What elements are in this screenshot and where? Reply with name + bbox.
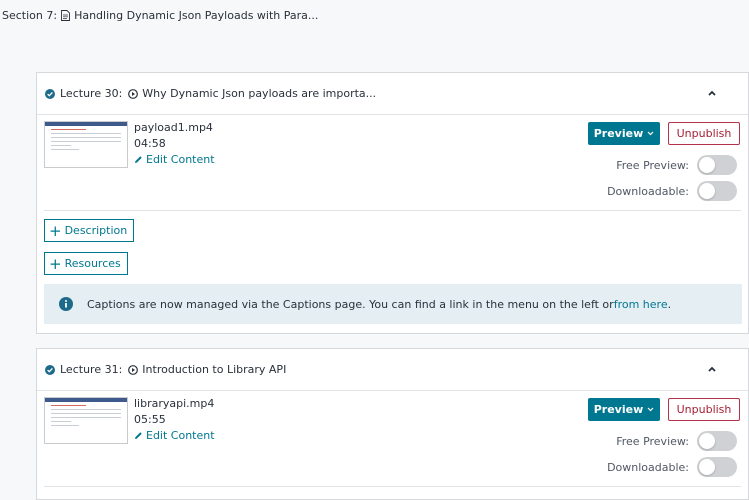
add-resources-button[interactable]: + Resources <box>44 252 128 275</box>
downloadable-label: Downloadable: <box>607 184 689 198</box>
lecture-label: Lecture 30: <box>60 87 123 100</box>
plus-icon: + <box>49 221 62 240</box>
chevron-up-icon[interactable] <box>706 363 718 375</box>
chevron-up-icon[interactable] <box>706 87 718 99</box>
info-text: Captions are now managed via the Caption… <box>87 297 614 311</box>
media-row: payload1.mp4 04:58 Edit Content Preview … <box>44 115 748 210</box>
video-thumbnail <box>44 121 128 168</box>
description-label: Description <box>64 224 128 237</box>
lecture-header[interactable]: Lecture 31: Introduction to Library API <box>37 349 748 391</box>
downloadable-row: Downloadable: <box>607 457 737 477</box>
downloadable-row: Downloadable: <box>607 181 737 201</box>
section-title[interactable]: Handling Dynamic Json Payloads with Para… <box>74 9 318 22</box>
divider <box>44 486 741 487</box>
unpublish-button[interactable]: Unpublish <box>668 398 740 421</box>
unpublish-button[interactable]: Unpublish <box>668 122 740 145</box>
downloadable-label: Downloadable: <box>607 460 689 474</box>
lecture-title: Introduction to Library API <box>142 363 287 376</box>
check-circle-icon <box>45 364 55 375</box>
free-preview-toggle[interactable] <box>697 431 737 451</box>
duration: 04:58 <box>134 137 166 150</box>
document-icon <box>61 10 71 21</box>
info-circle-icon <box>59 297 73 311</box>
free-preview-toggle[interactable] <box>697 155 737 175</box>
unpublish-label: Unpublish <box>676 127 732 140</box>
free-preview-row: Free Preview: <box>616 431 737 451</box>
pencil-icon <box>135 432 142 439</box>
plus-icon: + <box>49 254 62 273</box>
divider <box>44 210 741 211</box>
edit-content-label: Edit Content <box>146 153 215 166</box>
preview-label: Preview <box>593 127 644 140</box>
add-description-button[interactable]: + Description <box>44 219 135 242</box>
play-circle-icon <box>128 88 139 99</box>
edit-content-link[interactable]: Edit Content <box>134 153 215 166</box>
section-header: Section 7: Handling Dynamic Json Payload… <box>2 9 318 22</box>
lecture-title: Why Dynamic Json payloads are importa... <box>142 87 377 100</box>
free-preview-label: Free Preview: <box>616 158 689 172</box>
resources-label: Resources <box>64 257 121 270</box>
lecture-label: Lecture 31: <box>60 363 123 376</box>
captions-link[interactable]: from here <box>614 298 668 311</box>
unpublish-label: Unpublish <box>676 403 732 416</box>
video-thumbnail <box>44 397 128 444</box>
file-name: payload1.mp4 <box>134 121 213 134</box>
check-circle-icon <box>45 88 55 99</box>
free-preview-label: Free Preview: <box>616 434 689 448</box>
preview-button[interactable]: Preview <box>588 398 660 421</box>
pencil-icon <box>135 156 142 163</box>
preview-button[interactable]: Preview <box>588 122 660 145</box>
chevron-down-icon <box>647 407 654 412</box>
downloadable-toggle[interactable] <box>697 457 737 477</box>
downloadable-toggle[interactable] <box>697 181 737 201</box>
play-circle-icon <box>128 364 139 375</box>
captions-info-alert: Captions are now managed via the Caption… <box>44 284 742 324</box>
file-name: libraryapi.mp4 <box>134 397 215 410</box>
edit-content-label: Edit Content <box>146 429 215 442</box>
section-label: Section 7: <box>2 9 58 22</box>
duration: 05:55 <box>134 413 166 426</box>
lecture-card: Lecture 31: Introduction to Library API … <box>36 348 749 500</box>
edit-content-link[interactable]: Edit Content <box>134 429 215 442</box>
info-text-end: . <box>667 297 672 311</box>
free-preview-row: Free Preview: <box>616 155 737 175</box>
chevron-down-icon <box>647 131 654 136</box>
lecture-header[interactable]: Lecture 30: Why Dynamic Json payloads ar… <box>37 73 748 115</box>
preview-label: Preview <box>593 403 644 416</box>
lecture-card: Lecture 30: Why Dynamic Json payloads ar… <box>36 72 749 334</box>
media-row: libraryapi.mp4 05:55 Edit Content Previe… <box>44 391 748 486</box>
